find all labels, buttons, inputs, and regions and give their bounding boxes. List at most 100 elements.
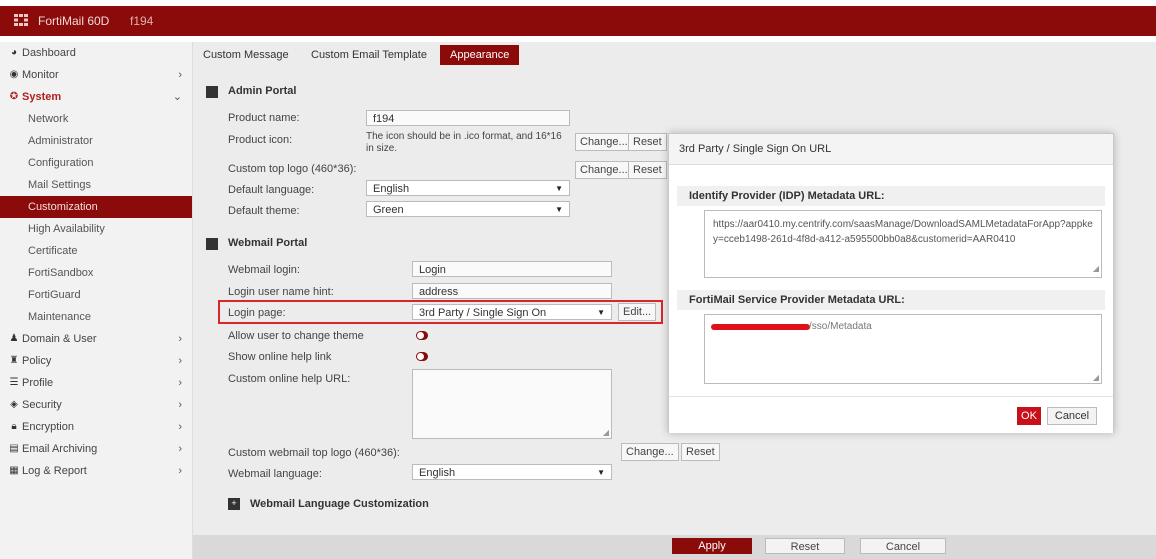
redaction-mark [711,324,810,330]
sidebar-item-network[interactable]: Network [0,108,192,130]
reset-button[interactable]: Reset [765,538,845,554]
chevron-right-icon: › [178,421,182,433]
sidebar-item-policy[interactable]: ♜ Policy › [0,350,192,372]
product-name-input[interactable]: f194 [366,110,570,126]
app-title: FortiMail 60D [38,14,110,28]
product-name-label: Product name: [228,112,300,124]
allow-theme-toggle[interactable] [416,331,428,340]
sidebar-item-label: FortiGuard [28,289,81,301]
custom-help-textarea[interactable]: ◢ [412,369,612,439]
monitor-icon: ◉ [9,69,19,80]
sidebar-item-label: Certificate [28,245,78,257]
dialog-cancel-button[interactable]: Cancel [1047,407,1097,425]
sidebar-item-log-report[interactable]: ▦ Log & Report › [0,460,192,482]
product-icon-reset-button[interactable]: Reset [628,133,667,151]
sidebar-item-monitor[interactable]: ◉ Monitor › [0,64,192,86]
dropdown-arrow-icon: ▼ [597,468,605,477]
sidebar-item-dashboard[interactable]: ◕ Dashboard [0,42,192,64]
sidebar-item-label: Encryption [22,421,74,433]
sidebar-item-maintenance[interactable]: Maintenance [0,306,192,328]
sidebar-item-label: FortiSandbox [28,267,94,279]
default-theme-select[interactable]: Green ▼ [366,201,570,217]
fortinet-logo-icon [14,14,28,26]
hostname: f194 [130,14,154,28]
resize-grip-icon[interactable]: ◢ [603,428,609,437]
sidebar-item-label: Profile [22,377,54,389]
sidebar-item-certificate[interactable]: Certificate [0,240,192,262]
expand-icon[interactable]: + [228,498,240,510]
sidebar-item-customization[interactable]: Customization [0,196,192,218]
collapse-icon[interactable] [206,238,218,250]
chevron-right-icon: › [178,377,182,389]
chevron-right-icon: › [178,69,182,81]
default-language-label: Default language: [228,184,315,196]
sidebar-item-domain-user[interactable]: ♟ Domain & User › [0,328,192,350]
sidebar-item-profile[interactable]: ☰ Profile › [0,372,192,394]
login-page-select[interactable]: 3rd Party / Single Sign On ▼ [412,304,612,320]
allow-theme-label: Allow user to change theme [228,330,364,342]
sidebar-item-mail-settings[interactable]: Mail Settings [0,174,192,196]
product-icon-change-button[interactable]: Change... [575,133,633,151]
section-header-webmail-language[interactable]: Webmail Language Customization [250,498,429,510]
tab-custom-email-template[interactable]: Custom Email Template [311,45,427,65]
login-hint-input[interactable]: address [412,283,612,299]
show-help-label: Show online help link [228,351,332,363]
resize-grip-icon[interactable]: ◢ [1093,261,1099,276]
idp-section-header: Identify Provider (IDP) Metadata URL: [677,186,1105,206]
sidebar-item-email-archiving[interactable]: ▤ Email Archiving › [0,438,192,460]
top-logo-reset-button[interactable]: Reset [628,161,667,179]
default-language-select[interactable]: English ▼ [366,180,570,196]
idp-metadata-url-textarea[interactable]: https://aar0410.my.centrify.com/saasMana… [704,210,1102,278]
sidebar-item-label: System [22,91,62,103]
sidebar: ◕ Dashboard ◉ Monitor › ✪ System ⌄ Netwo… [0,42,193,559]
dropdown-arrow-icon: ▼ [555,205,563,214]
sidebar-item-label: Domain & User [22,333,97,345]
product-icon-note: The icon should be in .ico format, and 1… [366,131,562,154]
webmail-language-select[interactable]: English ▼ [412,464,612,480]
tab-custom-message[interactable]: Custom Message [203,45,289,65]
login-page-edit-button[interactable]: Edit... [618,303,657,321]
webmail-language-label: Webmail language: [228,468,322,480]
webmail-logo-reset-button[interactable]: Reset [681,443,720,461]
idp-metadata-url-value: https://aar0410.my.centrify.com/saasMana… [713,219,1093,245]
sp-section-header: FortiMail Service Provider Metadata URL: [677,290,1105,310]
sidebar-item-high-availability[interactable]: High Availability [0,218,192,240]
idp-header-label: Identify Provider (IDP) Metadata URL: [689,190,885,202]
dropdown-arrow-icon: ▼ [555,184,563,193]
sidebar-item-label: Maintenance [28,311,91,323]
sidebar-item-configuration[interactable]: Configuration [0,152,192,174]
select-value: English [419,467,456,479]
sidebar-item-label: Network [28,113,69,125]
sidebar-item-label: Log & Report [22,465,87,477]
sidebar-item-label: High Availability [28,223,105,235]
cancel-button[interactable]: Cancel [860,538,946,554]
sso-url-dialog: 3rd Party / Single Sign On URL Identify … [668,133,1114,433]
chevron-right-icon: › [178,355,182,367]
sidebar-item-security[interactable]: ◈ Security › [0,394,192,416]
login-hint-label: Login user name hint: [228,286,334,298]
sidebar-item-administrator[interactable]: Administrator [0,130,192,152]
sidebar-item-label: Policy [22,355,52,367]
tab-appearance[interactable]: Appearance [440,45,520,65]
resize-grip-icon[interactable]: ◢ [1093,373,1099,382]
dialog-ok-button[interactable]: OK [1017,407,1041,425]
sidebar-item-fortiguard[interactable]: FortiGuard [0,284,192,306]
sidebar-item-encryption[interactable]: 🔒︎ Encryption › [0,416,192,438]
sidebar-item-system[interactable]: ✪ System ⌄ [0,86,192,108]
sp-metadata-url-textarea[interactable]: /sso/Metadata ◢ [704,314,1102,384]
chevron-right-icon: › [178,465,182,477]
sidebar-item-label: Email Archiving [22,443,98,455]
collapse-icon[interactable] [206,86,218,98]
apply-button[interactable]: Apply [672,538,752,554]
chevron-down-icon: ⌄ [172,91,182,103]
show-help-toggle[interactable] [416,352,428,361]
chevron-right-icon: › [178,443,182,455]
webmail-login-input[interactable]: Login [412,261,612,277]
webmail-login-label: Webmail login: [228,264,300,276]
top-logo-change-button[interactable]: Change... [575,161,633,179]
select-value: English [373,183,410,195]
policy-icon: ♜ [9,355,19,366]
email-archiving-icon: ▤ [9,443,19,454]
sidebar-item-fortisandbox[interactable]: FortiSandbox [0,262,192,284]
webmail-logo-change-button[interactable]: Change... [621,443,679,461]
